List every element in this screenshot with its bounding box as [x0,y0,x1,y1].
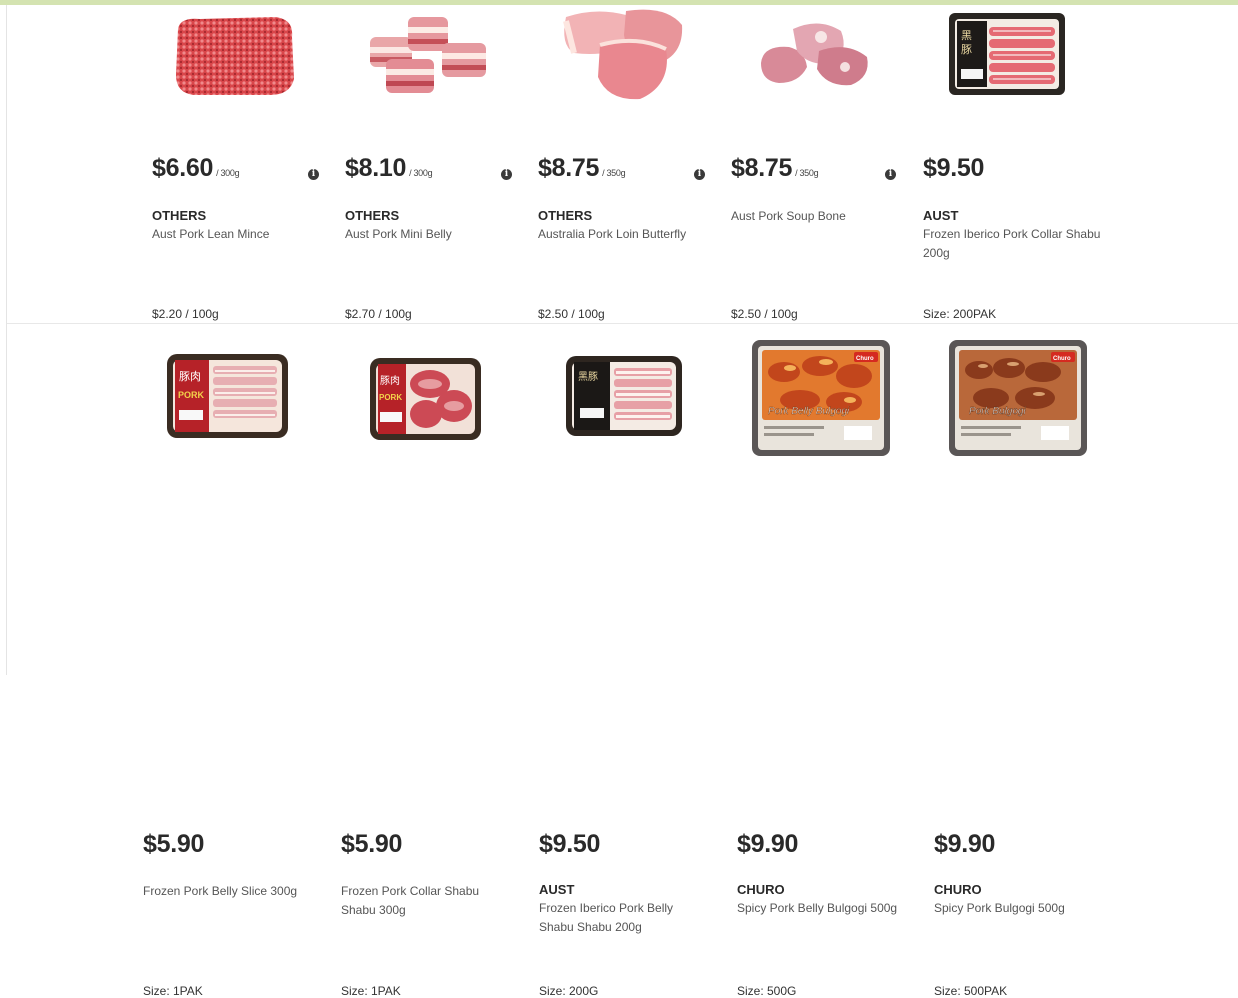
churo-logo-text: Churo [856,356,874,362]
bulgogi-belly-tray-image[interactable]: Churo Pork Belly Bulgogi [750,338,892,460]
tray-label-text: Pork Bulgogi [969,406,1026,417]
product-name[interactable]: Frozen Iberico Pork Collar Shabu 200g [923,225,1103,263]
product-price: $6.60/ 300g [152,154,240,182]
product-name[interactable]: Australia Pork Loin Butterfly [538,225,718,244]
churo-logo-text: Churo [1053,356,1071,362]
product-brand: OTHERS [538,208,593,223]
product-size: Size: 200G [539,984,599,998]
pork-belly-slice-pack-image[interactable]: 豚肉 PORK [165,350,290,442]
product-size: Size: 1PAK [143,984,203,998]
product-name[interactable]: Aust Pork Soup Bone [731,207,911,226]
pork-banner-text: PORK [379,393,402,402]
product-name[interactable]: Aust Pork Lean Mince [152,225,332,244]
product-name[interactable]: Spicy Pork Belly Bulgogi 500g [737,899,907,918]
product-price: $9.50 [539,830,601,858]
unit-price: $2.50 / 100g [731,307,798,321]
product-name[interactable]: Frozen Iberico Pork Belly Shabu Shabu 20… [539,899,709,937]
product-price: $8.75/ 350g [538,154,626,182]
svg-text:豚肉: 豚肉 [380,374,400,387]
unit-price: $2.50 / 100g [538,307,605,321]
svg-text:豚: 豚 [961,43,972,56]
iberico-collar-pack-image[interactable]: 黑 豚 [947,9,1067,99]
svg-text:豚肉: 豚肉 [179,370,201,383]
product-brand: CHURO [934,882,982,897]
product-card[interactable]: 黑豚 $9.50 AUST Frozen Iberico Pork Belly … [536,324,731,998]
unit-price: $2.70 / 100g [345,307,412,321]
product-name[interactable]: Frozen Pork Collar Shabu Shabu 300g [341,882,511,920]
product-price: $5.90 [143,830,205,858]
pork-soup-bone-image[interactable] [749,11,879,101]
product-name[interactable]: Spicy Pork Bulgogi 500g [934,899,1104,918]
product-name[interactable]: Aust Pork Mini Belly [345,225,525,244]
product-brand: OTHERS [152,208,207,223]
minced-pork-image[interactable] [170,9,300,104]
bulgogi-tray-image[interactable]: Churo Pork Bulgogi [947,338,1089,460]
product-price: $5.90 [341,830,403,858]
product-price: $9.90 [934,830,996,858]
product-card[interactable]: $8.10/ 300g i OTHERS Aust Pork Mini Bell… [333,5,523,323]
product-price: $9.90 [737,830,799,858]
product-card[interactable]: 豚肉 PORK $5.90 Frozen Pork Belly Slice 30… [140,324,335,998]
info-icon[interactable]: i [885,169,896,180]
product-price: $9.50 [923,154,985,182]
pork-belly-chunks-image[interactable] [358,7,498,107]
product-card[interactable]: $8.75/ 350g i Aust Pork Soup Bone $2.50 … [719,5,909,323]
product-brand: AUST [539,882,575,897]
info-icon[interactable]: i [501,169,512,180]
tray-label-text: Pork Belly Bulgogi [768,406,850,417]
product-price: $8.10/ 300g [345,154,433,182]
product-size: Size: 500PAK [934,984,1008,998]
product-card[interactable]: $6.60/ 300g i OTHERS Aust Pork Lean Minc… [140,5,330,323]
product-card[interactable]: 豚肉 PORK $5.90 Frozen Pork Collar Shabu S… [338,324,533,998]
svg-text:黑豚: 黑豚 [578,371,598,383]
product-name[interactable]: Frozen Pork Belly Slice 300g [143,882,328,901]
product-brand: OTHERS [345,208,400,223]
product-size: Size: 1PAK [341,984,401,998]
info-icon[interactable]: i [308,169,319,180]
svg-text:黑: 黑 [961,29,972,42]
product-size: Size: 200PAK [923,307,997,321]
info-icon[interactable]: i [694,169,705,180]
pork-loin-image[interactable] [556,5,691,105]
left-border [6,5,7,675]
product-card[interactable]: Churo Pork Belly Bulgogi $9.90 CHURO Spi… [734,324,929,998]
product-card[interactable]: 黑 豚 $9.50 AUST Frozen Iberico Pork Colla… [911,5,1101,323]
product-price: $8.75/ 350g [731,154,819,182]
product-card[interactable]: $8.75/ 350g i OTHERS Australia Pork Loin… [526,5,716,323]
pork-collar-pack-image[interactable]: 豚肉 PORK [368,354,483,444]
product-brand: AUST [923,208,959,223]
product-card[interactable]: Churo Pork Bulgogi $9.90 CHURO Spicy Por… [931,324,1126,998]
iberico-belly-pack-image[interactable]: 黑豚 [564,352,684,440]
pork-banner-text: PORK [178,390,205,400]
unit-price: $2.20 / 100g [152,307,219,321]
product-size: Size: 500G [737,984,797,998]
product-brand: CHURO [737,882,785,897]
